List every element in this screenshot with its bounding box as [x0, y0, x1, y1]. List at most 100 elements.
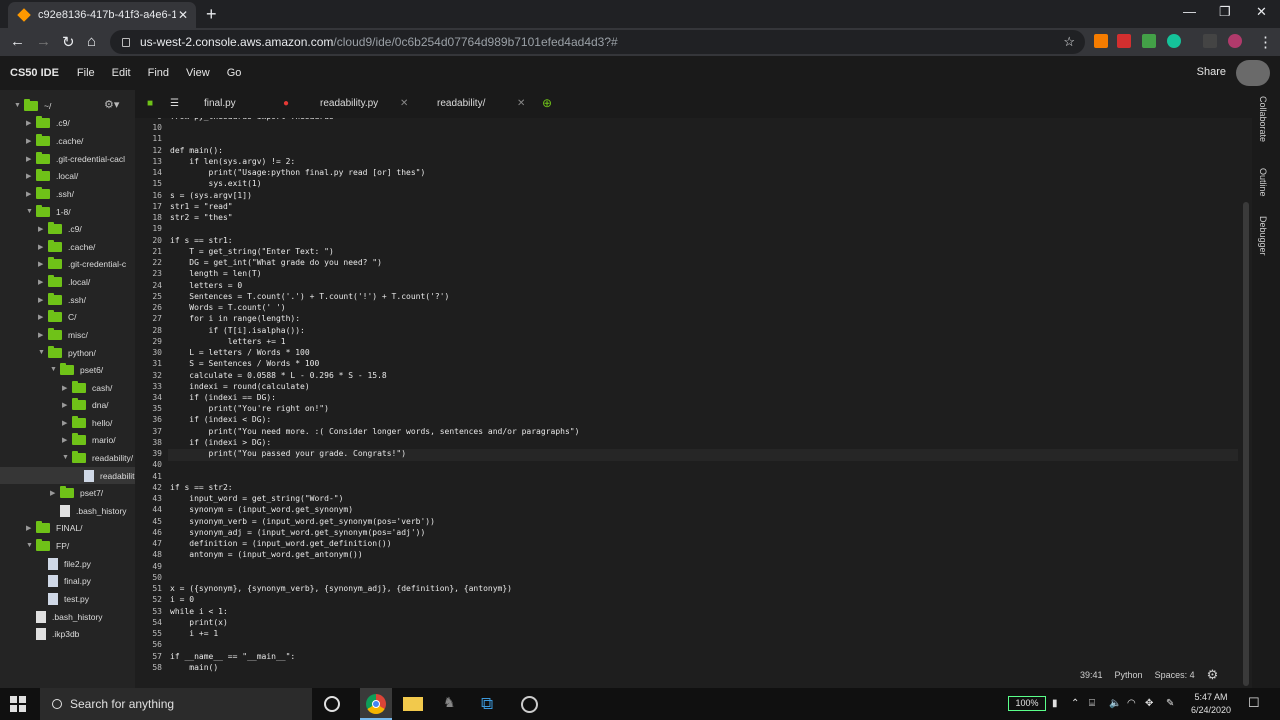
- chevron-down-icon[interactable]: ▼: [26, 542, 36, 549]
- tree-item[interactable]: ▶ C/: [0, 308, 135, 325]
- code-line[interactable]: print("Usage:python final.py read [or] t…: [170, 168, 426, 177]
- code-line[interactable]: print("You passed your grade. Congrats!"…: [170, 449, 406, 458]
- code-line[interactable]: antonym = (input_word.get_antonym()): [170, 550, 362, 559]
- address-bar[interactable]: us-west-2.console.aws.amazon.com/cloud9/…: [110, 30, 1085, 54]
- code-line[interactable]: L = letters / Words * 100: [170, 348, 309, 357]
- tree-item[interactable]: ▶ .ssh/: [0, 185, 135, 202]
- code-line[interactable]: if (indexi == DG):: [170, 393, 276, 402]
- code-line[interactable]: definition = (input_word.get_definition(…: [170, 539, 391, 548]
- tree-item[interactable]: ▶ dna/: [0, 396, 135, 413]
- menu-view[interactable]: View: [186, 67, 210, 79]
- notification-icon[interactable]: ☐: [1248, 695, 1260, 711]
- code-line[interactable]: if s == str2:: [170, 483, 233, 492]
- chevron-right-icon[interactable]: ▶: [26, 119, 36, 127]
- volume-icon[interactable]: 🔈: [1109, 698, 1121, 709]
- close-tab-icon[interactable]: ✕: [400, 98, 408, 109]
- share-button[interactable]: Share: [1197, 66, 1226, 78]
- new-tab-plus-icon[interactable]: ⊕: [542, 96, 552, 110]
- taskbar-search[interactable]: Search for anything: [40, 688, 312, 720]
- github-desktop-icon[interactable]: [521, 696, 538, 713]
- scrollbar-thumb[interactable]: [1243, 202, 1249, 686]
- chevron-down-icon[interactable]: ▼: [50, 366, 60, 373]
- chevron-down-icon[interactable]: ▼: [62, 454, 72, 461]
- tree-item[interactable]: ▶ .local/: [0, 273, 135, 290]
- chevron-down-icon[interactable]: ▼: [38, 349, 48, 356]
- chevron-right-icon[interactable]: ▶: [38, 243, 48, 251]
- chevron-right-icon[interactable]: ▶: [26, 190, 36, 198]
- chevron-right-icon[interactable]: ▶: [26, 155, 36, 163]
- vscode-icon[interactable]: ⧉: [481, 694, 501, 714]
- checkmark-extension-icon[interactable]: [1142, 34, 1156, 48]
- collaborate-tab[interactable]: Collaborate: [1258, 96, 1268, 142]
- profile-avatar[interactable]: [1228, 34, 1242, 48]
- code-line[interactable]: print("You need more. :( Consider longer…: [170, 427, 580, 436]
- user-avatar[interactable]: [1236, 60, 1270, 86]
- code-line[interactable]: if len(sys.argv) != 2:: [170, 157, 295, 166]
- tree-item[interactable]: ▶ .ssh/: [0, 291, 135, 308]
- code-line[interactable]: indexi = round(calculate): [170, 382, 309, 391]
- browser-menu-icon[interactable]: ⋮: [1258, 33, 1273, 51]
- chevron-right-icon[interactable]: ▶: [62, 401, 72, 409]
- chevron-right-icon[interactable]: ▶: [62, 384, 72, 392]
- tree-item[interactable]: ▶ .git-credential-cacl: [0, 150, 135, 167]
- wifi-icon[interactable]: ◠: [1127, 698, 1136, 709]
- code-line[interactable]: S = Sentences / Words * 100: [170, 359, 319, 368]
- browser-tab[interactable]: c92e8136-417b-41f3-a4e6-1b03 ✕: [8, 2, 196, 28]
- new-tab-button[interactable]: +: [206, 4, 217, 25]
- chevron-right-icon[interactable]: ▶: [38, 260, 48, 268]
- tree-item[interactable]: ▶ .git-credential-c: [0, 255, 135, 272]
- menu-go[interactable]: Go: [227, 67, 242, 79]
- code-line[interactable]: if (T[i].isalpha()):: [170, 326, 305, 335]
- ide-brand[interactable]: CS50 IDE: [10, 67, 59, 79]
- code-line[interactable]: synonym = (input_word.get_synonym): [170, 505, 353, 514]
- tab-final-py[interactable]: final.py: [204, 98, 236, 109]
- chevron-right-icon[interactable]: ▶: [62, 436, 72, 444]
- restore-icon[interactable]: ❐: [1219, 4, 1231, 20]
- code-line[interactable]: letters += 1: [170, 337, 286, 346]
- tree-item[interactable]: ▼ ~/: [0, 97, 135, 114]
- outline-tab[interactable]: Outline: [1258, 168, 1268, 197]
- indent-setting[interactable]: Spaces: 4: [1155, 670, 1195, 680]
- tree-item[interactable]: ▶ .cache/: [0, 238, 135, 255]
- battery-indicator[interactable]: 100%: [1008, 696, 1046, 711]
- code-area[interactable]: from py_thesaurus import Thesaurus def ma…: [170, 118, 1252, 688]
- tree-item[interactable]: ▼ FP/: [0, 537, 135, 554]
- folder-icon[interactable]: ■: [147, 98, 153, 109]
- menu-find[interactable]: Find: [148, 67, 169, 79]
- tree-item[interactable]: ▶ cash/: [0, 379, 135, 396]
- tree-item[interactable]: .bash_history: [0, 608, 135, 625]
- close-window-icon[interactable]: ✕: [1256, 4, 1267, 20]
- code-line[interactable]: synonym_verb = (input_word.get_synonym(p…: [170, 517, 435, 526]
- code-line[interactable]: main(): [170, 663, 218, 672]
- minimize-icon[interactable]: —: [1183, 4, 1196, 19]
- code-line[interactable]: DG = get_int("What grade do you need? "): [170, 258, 382, 267]
- cortana-icon[interactable]: [324, 696, 340, 712]
- file-list-icon[interactable]: ☰: [170, 98, 179, 109]
- tab-readability-folder[interactable]: readability/: [437, 98, 485, 109]
- tree-item[interactable]: ▶ .cache/: [0, 132, 135, 149]
- tree-item[interactable]: final.py: [0, 572, 135, 589]
- tree-item[interactable]: ▶ FINAL/: [0, 519, 135, 536]
- code-line[interactable]: if __name__ == "__main__":: [170, 652, 295, 661]
- code-line[interactable]: T = get_string("Enter Text: "): [170, 247, 334, 256]
- tree-item[interactable]: .ikp3db: [0, 625, 135, 642]
- code-line[interactable]: i += 1: [170, 629, 218, 638]
- tree-item[interactable]: .bash_history: [0, 502, 135, 519]
- tree-item[interactable]: ▼ pset6/: [0, 361, 135, 378]
- show-hidden-icons[interactable]: ⌃: [1071, 698, 1079, 709]
- code-line[interactable]: str2 = "thes": [170, 213, 233, 222]
- code-line[interactable]: synonym_adj = (input_word.get_synonym(po…: [170, 528, 425, 537]
- code-line[interactable]: calculate = 0.0588 * L - 0.296 * S - 15.…: [170, 371, 386, 380]
- debugger-tab[interactable]: Debugger: [1258, 216, 1268, 256]
- code-line[interactable]: if (indexi > DG):: [170, 438, 271, 447]
- code-line[interactable]: s = (sys.argv[1]): [170, 191, 252, 200]
- code-line[interactable]: x = ({synonym}, {synonym_verb}, {synonym…: [170, 584, 512, 593]
- file-explorer-icon[interactable]: [403, 697, 423, 711]
- close-tab-icon[interactable]: ✕: [176, 8, 190, 22]
- chevron-right-icon[interactable]: ▶: [26, 137, 36, 145]
- battery-icon[interactable]: ▮: [1052, 698, 1058, 709]
- reload-icon[interactable]: ↻: [62, 33, 75, 51]
- chrome-taskbar-button[interactable]: [360, 688, 392, 720]
- chevron-right-icon[interactable]: ▶: [26, 172, 36, 180]
- close-tab-icon[interactable]: ✕: [517, 98, 525, 109]
